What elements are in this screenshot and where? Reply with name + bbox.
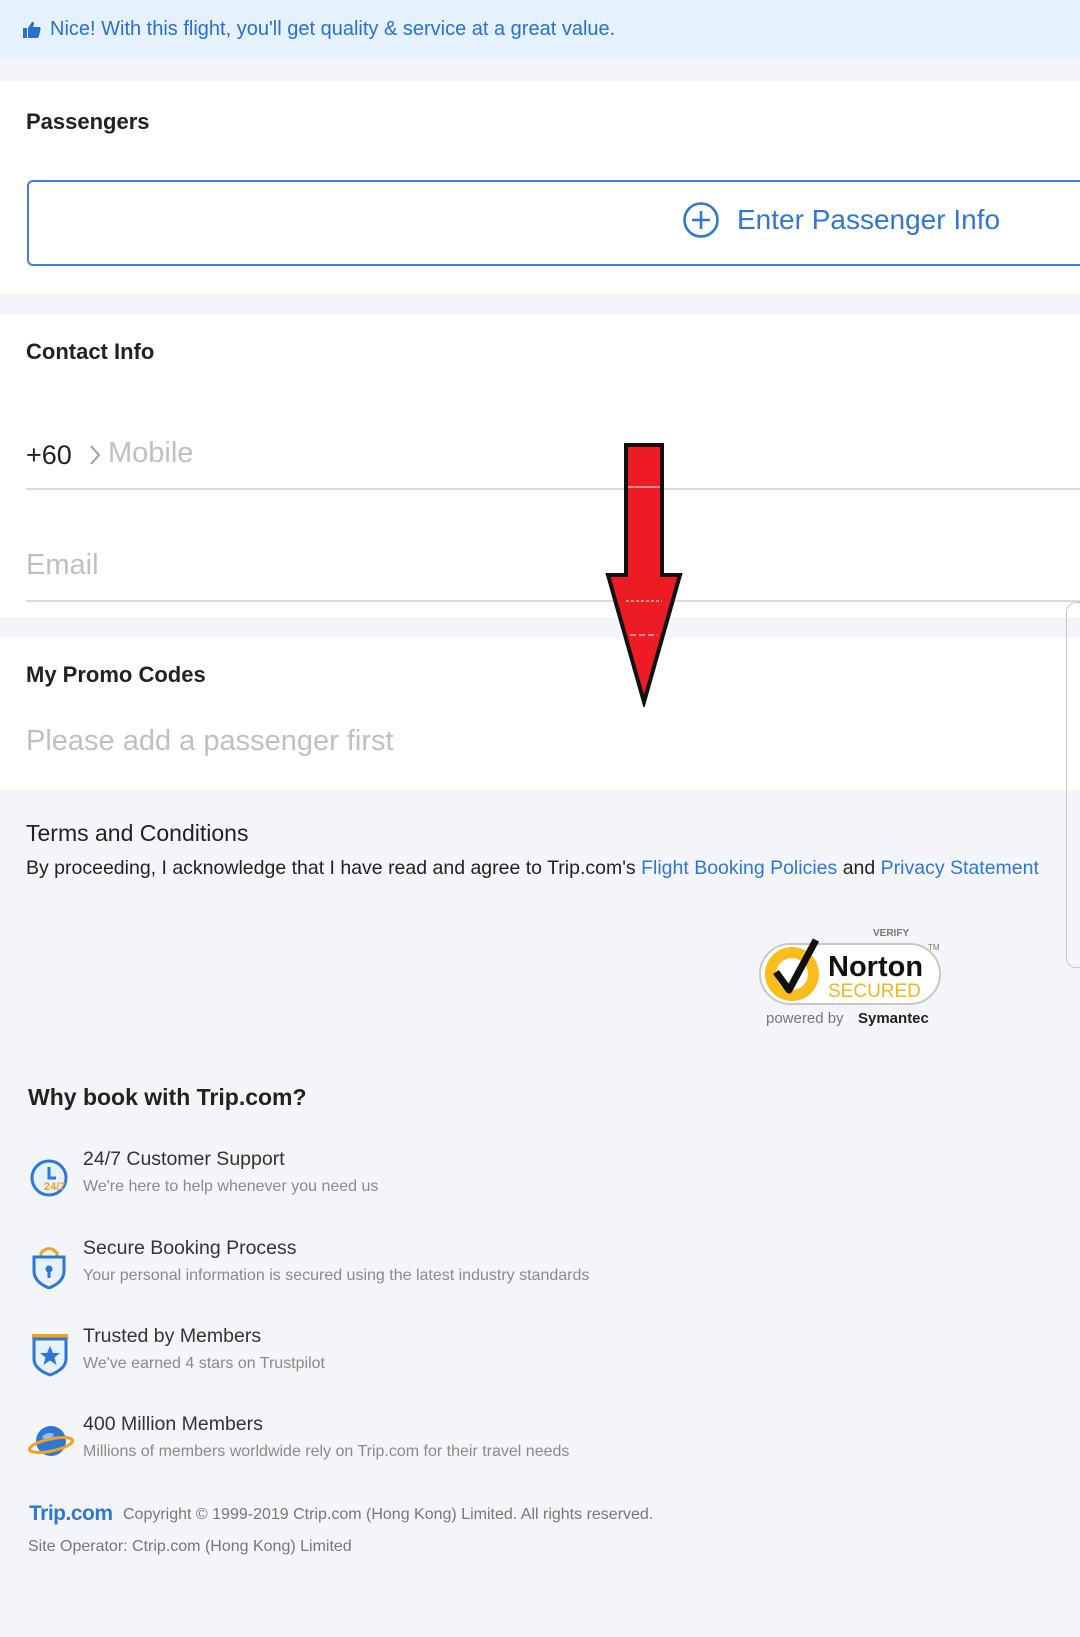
feature-title: Trusted by Members xyxy=(83,1325,262,1347)
promo-section: My Promo Codes Please add a passenger fi… xyxy=(0,638,1080,790)
norton-secured-badge: VERIFY TM Norton SECURED powered by Syma… xyxy=(756,924,956,1034)
banner-text: Nice! With this flight, you'll get quali… xyxy=(50,18,616,40)
flight-booking-policies-link[interactable]: Flight Booking Policies xyxy=(641,857,837,879)
thumbs-up-icon xyxy=(22,20,42,40)
norton-company: Symantec xyxy=(858,1010,929,1027)
lock-shield-icon xyxy=(28,1243,74,1290)
terms-prefix: By proceeding, I acknowledge that I have… xyxy=(26,857,642,879)
feature-subtitle: We're here to help whenever you need us xyxy=(83,1178,379,1195)
norton-powered-by: powered by xyxy=(766,1010,844,1027)
enter-passenger-info-button[interactable]: Enter Passenger Info xyxy=(27,180,1080,266)
feature-secure: Secure Booking Process Your personal inf… xyxy=(28,1237,1028,1297)
mobile-underline xyxy=(26,488,1080,490)
feature-subtitle: Your personal information is secured usi… xyxy=(83,1267,590,1284)
feature-title: 400 Million Members xyxy=(83,1413,263,1435)
passengers-title: Passengers xyxy=(26,109,150,134)
clock-247-icon: 24/7 xyxy=(28,1154,74,1200)
privacy-statement-link[interactable]: Privacy Statement xyxy=(881,857,1039,879)
terms-title: Terms and Conditions xyxy=(26,820,249,846)
edge-panel-handle[interactable] xyxy=(1066,602,1080,968)
enter-passenger-info-label: Enter Passenger Info xyxy=(737,204,1001,235)
contact-section: Contact Info +60 Mobile Email xyxy=(0,315,1080,617)
feature-subtitle: Millions of members worldwide rely on Tr… xyxy=(83,1443,570,1460)
chevron-right-icon[interactable] xyxy=(88,443,102,467)
norton-verify: VERIFY xyxy=(873,928,909,939)
red-arrow-annotation xyxy=(604,441,684,710)
norton-secured: SECURED xyxy=(828,981,921,1002)
feature-title: Secure Booking Process xyxy=(83,1237,297,1259)
copyright-text: Copyright © 1999-2019 Ctrip.com (Hong Ko… xyxy=(123,1506,654,1523)
promo-title: My Promo Codes xyxy=(26,662,206,687)
booking-page: Nice! With this flight, you'll get quali… xyxy=(0,0,1080,1637)
why-book-title: Why book with Trip.com? xyxy=(28,1084,307,1110)
email-input[interactable]: Email xyxy=(26,549,99,582)
passengers-section: Passengers Enter Passenger Info xyxy=(0,81,1080,294)
plus-circle-icon xyxy=(682,201,720,239)
terms-text: By proceeding, I acknowledge that I have… xyxy=(26,857,1039,880)
terms-and: and xyxy=(837,857,881,879)
trip-logo: Trip.com xyxy=(29,1502,113,1525)
mobile-input[interactable]: Mobile xyxy=(108,437,193,470)
feature-title: 24/7 Customer Support xyxy=(83,1148,285,1170)
contact-title: Contact Info xyxy=(26,339,155,364)
feature-trusted: Trusted by Members We've earned 4 stars … xyxy=(28,1325,1028,1385)
value-banner: Nice! With this flight, you'll get quali… xyxy=(0,0,1080,59)
site-operator-text: Site Operator: Ctrip.com (Hong Kong) Lim… xyxy=(28,1538,352,1555)
clock-badge-text: 24/7 xyxy=(44,1181,65,1193)
norton-name: Norton xyxy=(828,951,923,983)
email-underline xyxy=(26,600,1080,602)
star-badge-icon xyxy=(28,1331,74,1377)
country-code-selector[interactable]: +60 xyxy=(26,440,72,471)
globe-members-icon xyxy=(27,1419,75,1465)
feature-subtitle: We've earned 4 stars on Trustpilot xyxy=(83,1355,325,1372)
feature-members: 400 Million Members Millions of members … xyxy=(27,1413,1028,1473)
promo-placeholder: Please add a passenger first xyxy=(26,725,394,757)
feature-support: 24/7 24/7 Customer Support We're here to… xyxy=(28,1148,1028,1208)
